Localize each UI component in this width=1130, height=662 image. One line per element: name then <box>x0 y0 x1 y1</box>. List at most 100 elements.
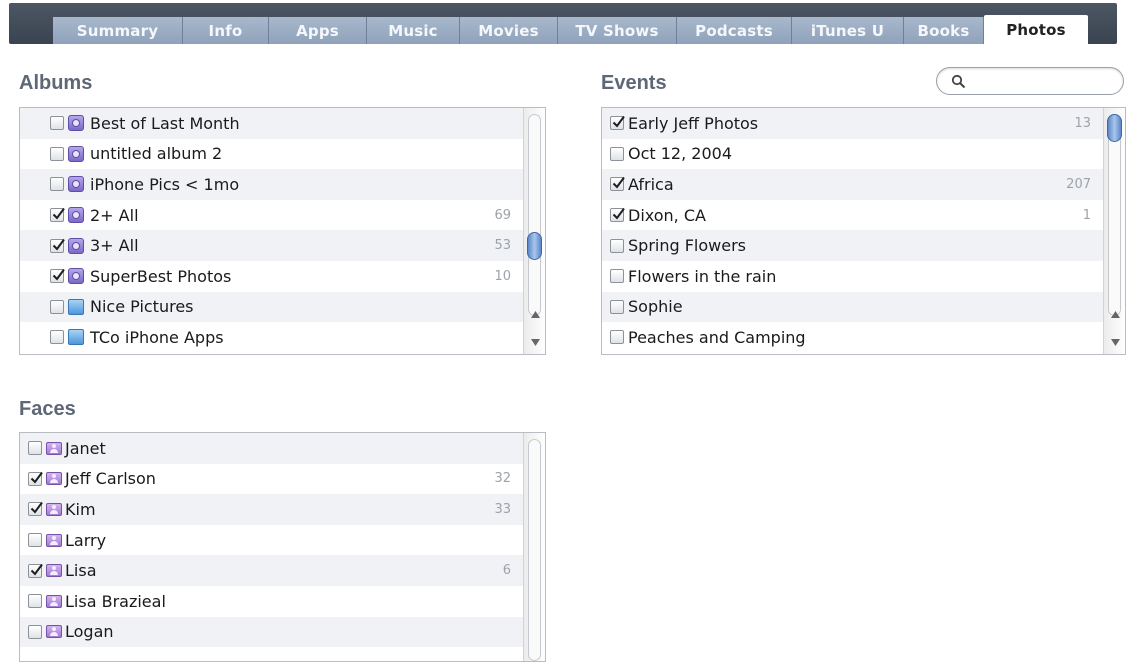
tab-tv-shows[interactable]: TV Shows <box>558 17 677 44</box>
albums-list-item[interactable]: 3+ All 53 <box>20 230 523 261</box>
faces-list-item[interactable]: Janet <box>20 433 523 464</box>
events-item-label: Spring Flowers <box>628 236 746 256</box>
checkbox[interactable] <box>50 177 64 192</box>
checkbox[interactable] <box>28 594 42 609</box>
events-list[interactable]: Early Jeff Photos 13 Oct 12, 2004 Africa 207… <box>601 107 1126 355</box>
events-item-label: Early Jeff Photos <box>628 113 759 133</box>
checkbox[interactable] <box>610 269 624 284</box>
checkbox[interactable] <box>28 502 43 517</box>
checkbox[interactable] <box>28 563 43 578</box>
albums-list-item[interactable]: untitled album 2 <box>20 139 523 170</box>
albums-list-item[interactable]: TCo iPhone Apps <box>20 322 523 353</box>
tab-books[interactable]: Books <box>904 17 984 44</box>
faces-list-item[interactable]: Kim 33 <box>20 494 523 525</box>
albums-item-label: TCo iPhone Apps <box>90 327 224 347</box>
faces-list[interactable]: Janet Jeff Carlson 32 Kim 33 Larry Lisa 6 Lisa B… <box>19 432 546 662</box>
events-list-item[interactable]: Oct 12, 2004 <box>602 139 1103 170</box>
face-icon <box>46 625 62 639</box>
smart-album-icon <box>68 115 84 132</box>
events-scroll-thumb[interactable] <box>1107 114 1122 142</box>
checkbox[interactable] <box>610 116 625 131</box>
albums-list-item[interactable]: 2+ All 69 <box>20 200 523 231</box>
checkbox[interactable] <box>28 471 43 486</box>
albums-item-label: SuperBest Photos <box>90 266 232 286</box>
checkbox[interactable] <box>50 146 64 161</box>
events-list-item[interactable]: Africa 207 <box>602 169 1103 200</box>
checkbox[interactable] <box>610 177 625 192</box>
tab-podcasts[interactable]: Podcasts <box>677 17 792 44</box>
faces-scroll-track[interactable] <box>528 439 541 661</box>
events-item-count: 1 <box>1082 207 1091 223</box>
tab-photos[interactable]: Photos <box>984 15 1088 44</box>
smart-album-icon <box>68 237 84 254</box>
checkbox[interactable] <box>50 269 65 284</box>
events-scroll-down-arrow[interactable] <box>1104 334 1125 350</box>
album-icon <box>68 298 84 315</box>
events-list-item[interactable]: Peaches and Camping <box>602 322 1103 353</box>
tab-summary[interactable]: Summary <box>53 17 183 44</box>
checkbox[interactable] <box>28 533 42 548</box>
search-input[interactable] <box>973 71 1117 93</box>
events-scrollbar[interactable] <box>1103 108 1125 354</box>
smart-album-icon <box>68 145 84 162</box>
tab-info[interactable]: Info <box>183 17 269 44</box>
albums-scroll-up-arrow[interactable] <box>524 306 545 322</box>
tab-movies[interactable]: Movies <box>460 17 558 44</box>
faces-item-label: Jeff Carlson <box>65 469 156 489</box>
albums-item-count: 69 <box>494 207 511 223</box>
albums-scroll-down-arrow[interactable] <box>524 334 545 350</box>
checkbox[interactable] <box>610 330 624 345</box>
events-scroll-track[interactable] <box>1108 114 1121 316</box>
albums-list-item[interactable]: Best of Last Month <box>20 108 523 139</box>
events-item-count: 13 <box>1074 115 1091 131</box>
events-item-label: Africa <box>628 174 674 194</box>
faces-list-item[interactable]: Jeff Carlson 32 <box>20 464 523 495</box>
checkbox[interactable] <box>50 208 65 223</box>
events-list-item[interactable]: Flowers in the rain <box>602 261 1103 292</box>
events-search-field[interactable] <box>936 67 1124 95</box>
search-icon <box>951 74 966 89</box>
smart-album-icon <box>68 176 84 193</box>
checkbox[interactable] <box>50 238 65 253</box>
checkbox[interactable] <box>28 624 42 639</box>
checkbox[interactable] <box>50 330 64 345</box>
face-icon <box>46 472 62 486</box>
checkbox[interactable] <box>28 441 42 456</box>
albums-list-item[interactable]: Nice Pictures <box>20 291 523 323</box>
faces-list-item[interactable]: Larry <box>20 525 523 556</box>
face-icon <box>46 502 62 516</box>
events-list-item[interactable]: Dixon, CA 1 <box>602 200 1103 231</box>
checkbox[interactable] <box>50 299 64 314</box>
checkbox[interactable] <box>50 116 64 131</box>
checkbox[interactable] <box>610 146 624 161</box>
smart-album-icon <box>68 268 84 285</box>
albums-scroll-track[interactable] <box>528 114 541 316</box>
albums-scrollbar[interactable] <box>523 108 545 354</box>
faces-list-item[interactable]: Lisa 6 <box>20 555 523 586</box>
checkbox[interactable] <box>610 238 624 253</box>
tab-music[interactable]: Music <box>367 17 460 44</box>
tab-itunes-u[interactable]: iTunes U <box>792 17 904 44</box>
faces-item-count: 32 <box>494 471 511 487</box>
events-scroll-up-arrow[interactable] <box>1104 306 1125 322</box>
albums-title: Albums <box>19 72 93 94</box>
albums-list[interactable]: Best of Last Month untitled album 2 iPhone… <box>19 107 546 355</box>
albums-item-label: Nice Pictures <box>90 297 194 317</box>
events-list-item[interactable]: Sophie <box>602 291 1103 323</box>
checkbox[interactable] <box>610 208 625 223</box>
faces-list-item[interactable]: Lisa Brazieal <box>20 586 523 617</box>
events-list-item[interactable]: Early Jeff Photos 13 <box>602 108 1103 139</box>
albums-item-count: 53 <box>494 238 511 254</box>
faces-item-label: Larry <box>65 530 107 550</box>
albums-scroll-thumb[interactable] <box>527 232 542 260</box>
albums-item-label: iPhone Pics < 1mo <box>90 174 240 194</box>
faces-scrollbar[interactable] <box>523 433 545 661</box>
smart-album-icon <box>68 207 84 224</box>
faces-list-item[interactable]: Logan <box>20 616 523 648</box>
albums-list-item[interactable]: iPhone Pics < 1mo <box>20 169 523 200</box>
events-list-item[interactable]: Spring Flowers <box>602 230 1103 261</box>
tab-apps[interactable]: Apps <box>269 17 367 44</box>
albums-list-item[interactable]: SuperBest Photos 10 <box>20 261 523 292</box>
checkbox[interactable] <box>610 299 624 314</box>
face-icon <box>46 441 62 455</box>
